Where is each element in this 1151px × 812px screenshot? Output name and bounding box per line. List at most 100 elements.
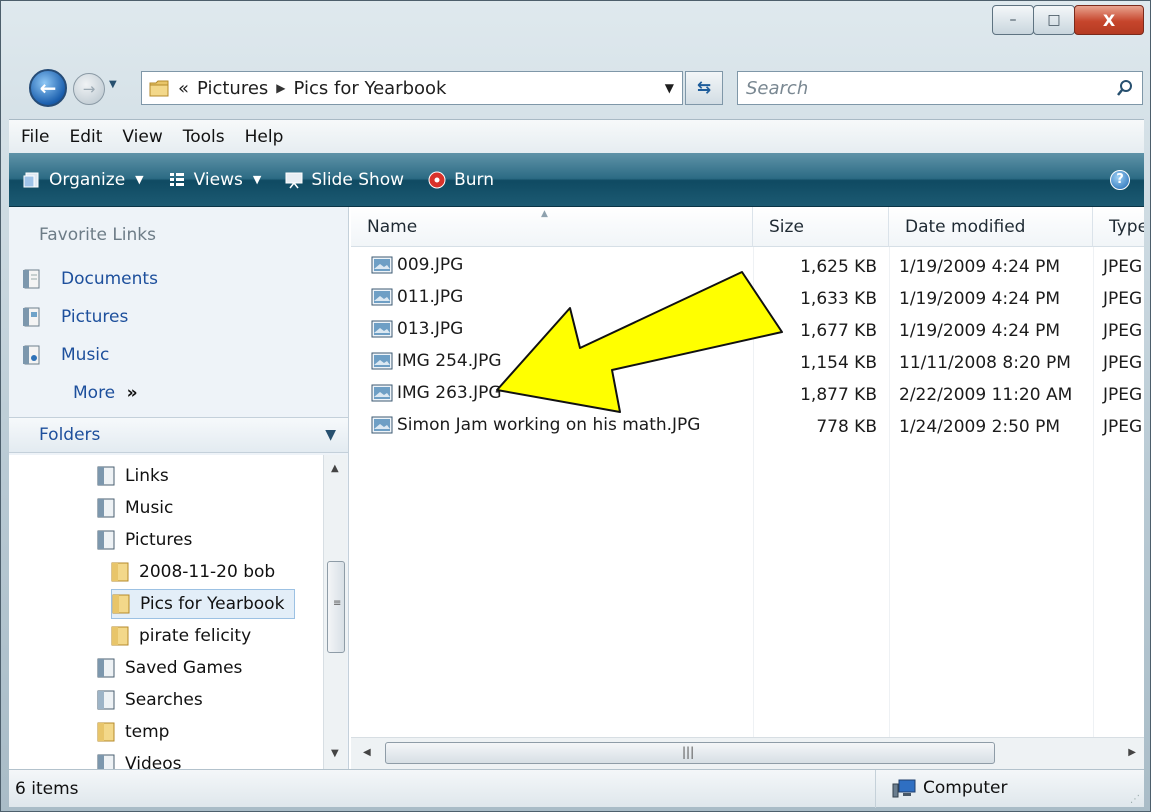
file-name: IMG 263.JPG xyxy=(397,383,502,403)
folder-tree-item[interactable]: Pictures xyxy=(97,525,192,555)
title-bar[interactable]: – □ X xyxy=(1,1,1150,61)
folder-tree-item[interactable]: pirate felicity xyxy=(111,621,251,651)
back-button[interactable]: ← xyxy=(29,69,67,107)
folder-tree-item[interactable]: Pics for Yearbook xyxy=(111,589,296,619)
breadcrumb-overflow[interactable]: « xyxy=(178,78,189,99)
saved-games-icon xyxy=(97,658,115,678)
favorite-pictures[interactable]: Pictures xyxy=(23,307,128,327)
column-date-label: Date modified xyxy=(905,216,1026,237)
breadcrumb-pics-for-yearbook[interactable]: Pics for Yearbook xyxy=(294,78,447,99)
more-favorites-link[interactable]: More » xyxy=(73,383,138,403)
folder-tree-item[interactable]: Saved Games xyxy=(97,653,242,683)
folders-title: Folders xyxy=(39,425,101,445)
search-input[interactable]: Search xyxy=(737,71,1143,105)
menu-tools[interactable]: Tools xyxy=(183,127,225,147)
folder-tree-item-label: Music xyxy=(125,498,174,518)
menu-view[interactable]: View xyxy=(122,127,162,147)
scroll-thumb[interactable]: ≡ xyxy=(327,561,345,653)
slideshow-label: Slide Show xyxy=(311,169,405,190)
file-size: 1,154 KB xyxy=(800,353,877,373)
history-dropdown-icon[interactable]: ▼ xyxy=(109,79,117,90)
maximize-button[interactable]: □ xyxy=(1033,5,1075,35)
menu-edit[interactable]: Edit xyxy=(69,127,102,147)
refresh-button[interactable]: ⇆ xyxy=(685,71,723,105)
column-header-date-modified[interactable]: Date modified xyxy=(889,207,1093,247)
breadcrumb-separator-icon[interactable]: ▶ xyxy=(276,81,285,95)
folder-tree-item[interactable]: temp xyxy=(97,717,169,747)
file-size: 1,625 KB xyxy=(800,257,877,277)
favorite-music[interactable]: Music xyxy=(23,345,109,365)
scroll-left-arrow-icon[interactable]: ◀ xyxy=(363,747,371,758)
searches-icon xyxy=(97,690,115,710)
folder-tree-scrollbar[interactable]: ▲ ≡ ▼ xyxy=(323,455,347,769)
organize-button[interactable]: Organize ▼ xyxy=(23,170,144,190)
scroll-up-arrow-icon[interactable]: ▲ xyxy=(331,463,339,474)
views-chevron-down-icon: ▼ xyxy=(252,173,262,186)
address-bar[interactable]: « Pictures ▶ Pics for Yearbook ▼ xyxy=(141,71,683,105)
file-date-modified: 1/24/2009 2:50 PM xyxy=(899,417,1061,437)
folder-tree-item-label: Saved Games xyxy=(125,658,243,678)
file-date-modified: 1/19/2009 4:24 PM xyxy=(899,289,1061,309)
file-date-modified: 1/19/2009 4:24 PM xyxy=(899,257,1061,277)
menu-help[interactable]: Help xyxy=(245,127,284,147)
burn-disc-icon xyxy=(428,171,446,188)
music-folder-icon xyxy=(97,498,115,518)
command-bar: Organize ▼ Views ▼ Slide Show Burn ? xyxy=(9,153,1144,207)
file-row[interactable]: Simon Jam working on his math.JPG 778 KB 1… xyxy=(351,411,1144,443)
breadcrumb-pictures[interactable]: Pictures xyxy=(197,78,268,99)
forward-button[interactable]: → xyxy=(73,73,105,105)
folder-tree-item-label: pirate felicity xyxy=(139,626,252,646)
folder-icon xyxy=(111,562,129,582)
folder-tree-item[interactable]: Searches xyxy=(97,685,203,715)
folder-tree-item-label: Searches xyxy=(125,690,203,710)
file-list-scrollbar[interactable]: ◀ ||| ▶ xyxy=(351,737,1144,769)
favorite-music-label: Music xyxy=(61,345,110,365)
folder-tree-item[interactable]: Links xyxy=(97,461,169,491)
column-header-size[interactable]: Size xyxy=(753,207,889,247)
file-date-modified: 1/19/2009 4:24 PM xyxy=(899,321,1061,341)
image-file-icon xyxy=(371,384,393,402)
file-type: JPEG xyxy=(1103,321,1143,341)
file-row[interactable]: 011.JPG 1,633 KB 1/19/2009 4:24 PM JPEG xyxy=(351,283,1144,315)
status-bar: 6 items Computer ⋰ xyxy=(9,769,1144,808)
folder-icon xyxy=(111,626,129,646)
folder-tree-item[interactable]: Videos xyxy=(97,749,182,769)
navigation-pane: Favorite Links Documents Pictures Music … xyxy=(9,207,349,769)
image-file-icon xyxy=(371,320,393,338)
scroll-thumb[interactable]: ||| xyxy=(385,742,995,764)
folder-icon xyxy=(97,722,115,742)
column-header-type[interactable]: Type xyxy=(1093,207,1144,247)
help-icon[interactable]: ? xyxy=(1110,169,1130,190)
folder-icon xyxy=(112,594,130,614)
folders-header[interactable]: Folders ▼ xyxy=(9,417,348,453)
column-name-label: Name xyxy=(367,216,418,237)
burn-button[interactable]: Burn xyxy=(428,170,494,190)
favorite-documents[interactable]: Documents xyxy=(23,269,158,289)
favorite-documents-label: Documents xyxy=(61,269,158,289)
scroll-right-arrow-icon[interactable]: ▶ xyxy=(1128,747,1136,758)
resize-gripper-icon[interactable]: ⋰ xyxy=(1130,794,1140,805)
pictures-folder-icon xyxy=(97,530,115,550)
views-button[interactable]: Views ▼ xyxy=(168,170,262,190)
column-header-name[interactable]: Name ▲ xyxy=(351,207,753,247)
slideshow-button[interactable]: Slide Show xyxy=(285,170,404,190)
views-icon xyxy=(169,172,184,186)
scroll-down-arrow-icon[interactable]: ▼ xyxy=(331,748,339,759)
minimize-button[interactable]: – xyxy=(992,5,1034,35)
search-icon[interactable] xyxy=(1116,79,1134,97)
file-row[interactable]: 009.JPG 1,625 KB 1/19/2009 4:24 PM JPEG xyxy=(351,251,1144,283)
folder-tree-item-label: 2008-11-20 bob xyxy=(139,562,276,582)
folder-tree-item[interactable]: Music xyxy=(97,493,173,523)
file-type: JPEG xyxy=(1103,385,1143,405)
menu-file[interactable]: File xyxy=(21,127,49,147)
slideshow-icon xyxy=(285,172,303,188)
image-file-icon xyxy=(371,352,393,370)
links-folder-icon xyxy=(97,466,115,486)
file-row[interactable]: IMG 263.JPG 1,877 KB 2/22/2009 11:20 AM JPE… xyxy=(351,379,1144,411)
close-button[interactable]: X xyxy=(1074,5,1144,35)
file-row[interactable]: IMG 254.JPG 1,154 KB 11/11/2008 8:20 PM JPE… xyxy=(351,347,1144,379)
address-dropdown-icon[interactable]: ▼ xyxy=(665,81,674,95)
chevron-down-icon[interactable]: ▼ xyxy=(325,427,336,443)
folder-tree-item[interactable]: 2008-11-20 bob xyxy=(111,557,275,587)
file-row[interactable]: 013.JPG 1,677 KB 1/19/2009 4:24 PM JPEG xyxy=(351,315,1144,347)
